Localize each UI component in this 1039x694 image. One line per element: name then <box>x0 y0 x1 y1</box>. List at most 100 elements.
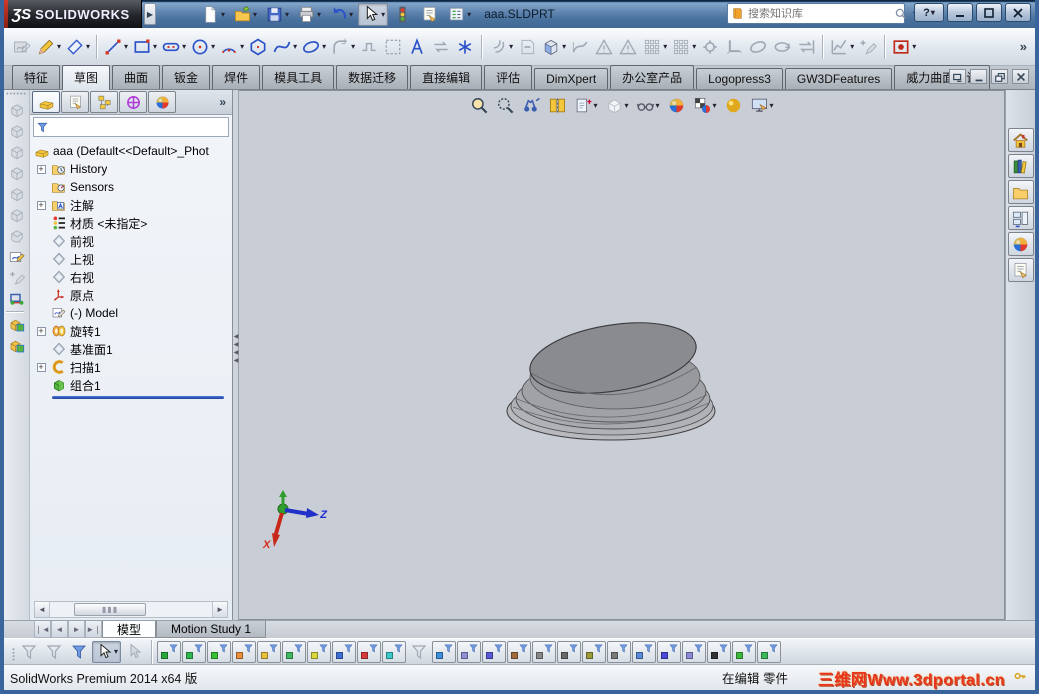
tab-nav-first-button[interactable]: ❘◄ <box>34 621 51 638</box>
filter-connection-points-button[interactable] <box>757 641 781 663</box>
lasso-select-button[interactable] <box>122 641 146 663</box>
filter-geometric-tolerances-button[interactable] <box>532 641 556 663</box>
tab-钣金[interactable]: 钣金 <box>162 65 210 89</box>
print-button[interactable]: ▾ <box>294 3 324 26</box>
dropdown-arrow-icon[interactable]: ▾ <box>349 10 353 19</box>
zoom-to-area-button[interactable] <box>493 94 516 117</box>
tree-item[interactable]: 材质 <未指定> <box>34 214 232 232</box>
dropdown-arrow-icon[interactable]: ▾ <box>850 42 854 51</box>
filter-reference-curves-button[interactable] <box>282 641 306 663</box>
appearance-lights-button[interactable] <box>390 3 415 26</box>
minimize-button[interactable] <box>947 3 973 22</box>
toggle-selection-filters-button[interactable] <box>67 641 91 663</box>
dropdown-arrow-icon[interactable]: ▾ <box>770 101 774 110</box>
hide-show-items-button[interactable] <box>665 94 688 117</box>
add-relation-button[interactable] <box>856 34 880 60</box>
doc-restore-down-button[interactable] <box>991 69 1008 84</box>
tree-horizontal-scrollbar[interactable]: ◄ ▮▮▮ ► <box>34 601 228 618</box>
custom-properties-tab-button[interactable] <box>1008 258 1034 282</box>
select-button[interactable]: ▾ <box>92 641 121 663</box>
tab-GW3DFeatures[interactable]: GW3DFeatures <box>785 68 892 89</box>
dropdown-arrow-icon[interactable]: ▾ <box>253 10 257 19</box>
rollback-bar[interactable] <box>52 396 224 399</box>
centerpoint-arc-button[interactable]: ▾ <box>217 34 246 60</box>
tab-模型[interactable]: 模型 <box>102 621 156 638</box>
offset-entities-button[interactable]: ▾ <box>486 34 515 60</box>
partial-ellipse-button[interactable] <box>746 34 770 60</box>
move-entities-button[interactable] <box>429 34 453 60</box>
tree-expander[interactable]: + <box>34 327 48 336</box>
options-button[interactable]: ▾ <box>444 3 474 26</box>
texture-button[interactable] <box>6 335 28 356</box>
sketch-text-button[interactable] <box>405 34 429 60</box>
tree-expander[interactable]: + <box>34 201 48 210</box>
filter-solid-bodies-button[interactable] <box>257 641 281 663</box>
apply-scene-button[interactable] <box>722 94 745 117</box>
filter-sketch-points-button[interactable] <box>332 641 356 663</box>
view-orientation-button[interactable]: ▾ <box>602 94 630 117</box>
standard-view-1-button[interactable] <box>6 99 28 120</box>
scroll-right-icon[interactable]: ► <box>212 602 227 617</box>
standard-view-3-button[interactable] <box>6 141 28 162</box>
manager-tabs-overflow[interactable]: » <box>219 95 230 109</box>
dropdown-arrow-icon[interactable]: ▾ <box>912 42 916 51</box>
dropdown-arrow-icon[interactable]: ▾ <box>211 42 215 51</box>
filter-coordinate-systems-button[interactable] <box>457 641 481 663</box>
tree-expander[interactable]: + <box>34 165 48 174</box>
filter-reference-sketches-button[interactable] <box>307 641 331 663</box>
face-curves-button[interactable] <box>592 34 616 60</box>
standard-view-7-button[interactable] <box>6 225 28 246</box>
ellipse-button[interactable]: ▾ <box>299 34 328 60</box>
filter-surface-bodies-button[interactable] <box>232 641 256 663</box>
edit-appearance-button[interactable]: ▾ <box>691 94 719 117</box>
dropdown-arrow-icon[interactable]: ▾ <box>322 42 326 51</box>
annotation-views-button[interactable]: ▾ <box>571 94 599 117</box>
dropdown-arrow-icon[interactable]: ▾ <box>467 10 471 19</box>
displaymanager-tab[interactable] <box>148 91 176 113</box>
propertymanager-tab[interactable] <box>61 91 89 113</box>
restore-button[interactable] <box>770 34 794 60</box>
corner-rectangle-button[interactable]: ▾ <box>130 34 159 60</box>
edit-sketch-button[interactable] <box>6 246 28 267</box>
standard-view-5-button[interactable] <box>6 183 28 204</box>
tree-expander[interactable]: + <box>34 363 48 372</box>
menu-expand-arrow-icon[interactable]: ▶ <box>144 3 156 25</box>
dimxpertmanager-tab[interactable] <box>119 91 147 113</box>
tree-item[interactable]: Sensors <box>34 178 232 196</box>
dropdown-arrow-icon[interactable]: ▾ <box>124 42 128 51</box>
tab-Logopress3[interactable]: Logopress3 <box>696 68 783 89</box>
convert-entities-button[interactable] <box>515 34 539 60</box>
filter-axes-button[interactable] <box>432 641 456 663</box>
select-button[interactable]: ▾ <box>358 3 388 26</box>
tree-item[interactable]: 前视 <box>34 232 232 250</box>
search-input[interactable] <box>748 8 890 20</box>
tab-特征[interactable]: 特征 <box>12 65 60 89</box>
tree-item[interactable]: 基准面1 <box>34 340 232 358</box>
view-settings-button[interactable]: ▾ <box>748 94 776 117</box>
dropdown-arrow-icon[interactable]: ▾ <box>293 42 297 51</box>
view-palette-button[interactable] <box>1008 206 1034 230</box>
filter-faces-button[interactable] <box>207 641 231 663</box>
dropdown-arrow-icon[interactable]: ▾ <box>285 10 289 19</box>
select-all-filters-button[interactable] <box>42 641 66 663</box>
solidworks-menu-button[interactable]: ƷS SOLIDWORKS <box>4 0 142 28</box>
toolbar-overflow-chevron[interactable]: » <box>1020 39 1027 54</box>
dropdown-arrow-icon[interactable]: ▾ <box>663 42 667 51</box>
doc-minimize-button[interactable] <box>970 69 987 84</box>
dropdown-arrow-icon[interactable]: ▾ <box>562 42 566 51</box>
tree-item[interactable]: 原点 <box>34 286 232 304</box>
tab-评估[interactable]: 评估 <box>484 65 532 89</box>
zoom-to-fit-button[interactable] <box>467 94 490 117</box>
new-document-button[interactable]: ▾ <box>198 3 228 26</box>
tab-办公室产品[interactable]: 办公室产品 <box>610 65 694 89</box>
dropdown-arrow-icon[interactable]: ▾ <box>593 101 597 110</box>
filter-hatch-button[interactable] <box>632 641 656 663</box>
filter-midpoints-button[interactable] <box>382 641 406 663</box>
filter-weld-symbols-button[interactable] <box>607 641 631 663</box>
scroll-left-icon[interactable]: ◄ <box>35 602 50 617</box>
search-icon[interactable] <box>894 7 908 21</box>
dropdown-arrow-icon[interactable]: ▾ <box>153 42 157 51</box>
filter-surface-finish-symbols-button[interactable] <box>507 641 531 663</box>
filter-blocks-button[interactable] <box>657 641 681 663</box>
circle-button[interactable]: ▾ <box>188 34 217 60</box>
